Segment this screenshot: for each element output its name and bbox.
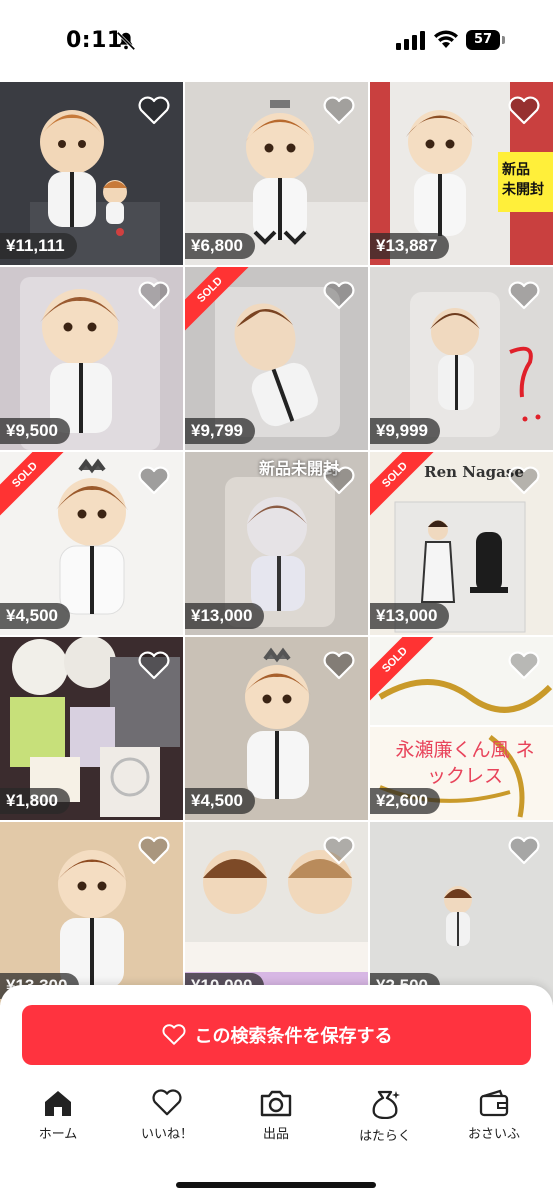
like-heart-icon[interactable] bbox=[137, 96, 171, 126]
tab-home[interactable]: ホーム bbox=[8, 1089, 108, 1149]
price-label: ¥13,000 bbox=[370, 603, 450, 629]
product-tile[interactable]: ¥9,999 bbox=[370, 267, 553, 450]
battery-icon: 57 bbox=[466, 30, 506, 50]
product-tile[interactable]: SOLD ¥4,500 bbox=[0, 452, 183, 635]
product-tile[interactable]: 新品未開封 ¥13,000 bbox=[185, 452, 368, 635]
camera-icon bbox=[260, 1090, 292, 1117]
like-heart-icon[interactable] bbox=[322, 836, 356, 866]
product-tile[interactable]: ¥6,800 bbox=[185, 82, 368, 265]
save-search-panel: この検索条件を保存する bbox=[0, 985, 553, 1075]
like-heart-icon[interactable] bbox=[507, 96, 541, 126]
wallet-icon bbox=[479, 1089, 509, 1117]
price-label: ¥9,999 bbox=[370, 418, 440, 444]
product-tile[interactable]: Ren Nagase SOLD ¥13,000 bbox=[370, 452, 553, 635]
bell-muted-icon bbox=[116, 31, 136, 51]
like-heart-icon[interactable] bbox=[137, 281, 171, 311]
price-label: ¥6,800 bbox=[185, 233, 255, 259]
home-indicator bbox=[176, 1182, 376, 1188]
save-search-button[interactable]: この検索条件を保存する bbox=[22, 1005, 531, 1065]
like-heart-icon[interactable] bbox=[322, 651, 356, 681]
heart-icon bbox=[152, 1089, 182, 1116]
cellular-signal-icon bbox=[396, 31, 425, 50]
product-tile[interactable]: SOLD ¥9,799 bbox=[185, 267, 368, 450]
like-heart-icon[interactable] bbox=[507, 651, 541, 681]
product-tile[interactable]: 新品 未開封 ¥13,887 bbox=[370, 82, 553, 265]
like-heart-icon[interactable] bbox=[322, 96, 356, 126]
product-tile[interactable]: ¥4,500 bbox=[185, 637, 368, 820]
battery-cap bbox=[502, 36, 505, 44]
item-overlay-text: 新品 未開封 bbox=[502, 162, 544, 198]
product-tile[interactable]: ¥9,500 bbox=[0, 267, 183, 450]
like-heart-icon[interactable] bbox=[507, 281, 541, 311]
price-label: ¥2,600 bbox=[370, 788, 440, 814]
price-label: ¥11,111 bbox=[0, 233, 77, 259]
item-overlay-text: 永瀬廉くん風 ネックレス bbox=[395, 739, 535, 787]
product-tile[interactable]: ¥1,800 bbox=[0, 637, 183, 820]
tab-label: いいね！ bbox=[140, 1127, 193, 1142]
battery-level: 57 bbox=[466, 30, 500, 50]
tab-label: ホーム bbox=[38, 1127, 78, 1142]
price-label: ¥1,800 bbox=[0, 788, 70, 814]
tab-label: はたらく bbox=[359, 1129, 411, 1144]
price-label: ¥4,500 bbox=[0, 603, 70, 629]
product-tile[interactable]: ¥13,300 bbox=[0, 822, 183, 1005]
tab-work[interactable]: はたらく bbox=[335, 1089, 435, 1149]
money-bag-icon bbox=[372, 1090, 400, 1119]
tab-label: おさいふ bbox=[467, 1127, 520, 1142]
save-search-label: この検索条件を保存する bbox=[194, 1026, 393, 1047]
like-heart-icon[interactable] bbox=[322, 281, 356, 311]
price-label: ¥13,000 bbox=[185, 603, 265, 629]
tab-likes[interactable]: いいね！ bbox=[117, 1089, 217, 1149]
price-label: ¥4,500 bbox=[185, 788, 255, 814]
price-label: ¥9,799 bbox=[185, 418, 255, 444]
tab-wallet[interactable]: おさいふ bbox=[444, 1089, 544, 1149]
product-tile[interactable]: ¥2,500 bbox=[370, 822, 553, 1005]
tab-sell[interactable]: 出品 bbox=[226, 1089, 326, 1149]
wifi-icon bbox=[434, 30, 458, 48]
like-heart-icon[interactable] bbox=[507, 836, 541, 866]
price-label: ¥9,500 bbox=[0, 418, 70, 444]
like-heart-icon[interactable] bbox=[507, 466, 541, 496]
like-heart-icon[interactable] bbox=[137, 466, 171, 496]
home-icon bbox=[45, 1091, 71, 1116]
like-heart-icon[interactable] bbox=[137, 651, 171, 681]
product-tile[interactable]: 永瀬廉くん風 ネックレス SOLD ¥2,600 bbox=[370, 637, 553, 820]
price-label: ¥13,887 bbox=[370, 233, 450, 259]
like-heart-icon[interactable] bbox=[322, 466, 356, 496]
heart-outline-icon bbox=[161, 1024, 186, 1045]
status-bar: 0:11 57 bbox=[0, 0, 553, 82]
like-heart-icon[interactable] bbox=[137, 836, 171, 866]
tab-label: 出品 bbox=[262, 1127, 289, 1142]
product-tile[interactable]: ¥10,000 bbox=[185, 822, 368, 1005]
product-grid: ¥11,111 ¥6,800 新品 未開封 ¥13,887 ¥9,500 SOL… bbox=[0, 82, 553, 1005]
product-tile[interactable]: ¥11,111 bbox=[0, 82, 183, 265]
